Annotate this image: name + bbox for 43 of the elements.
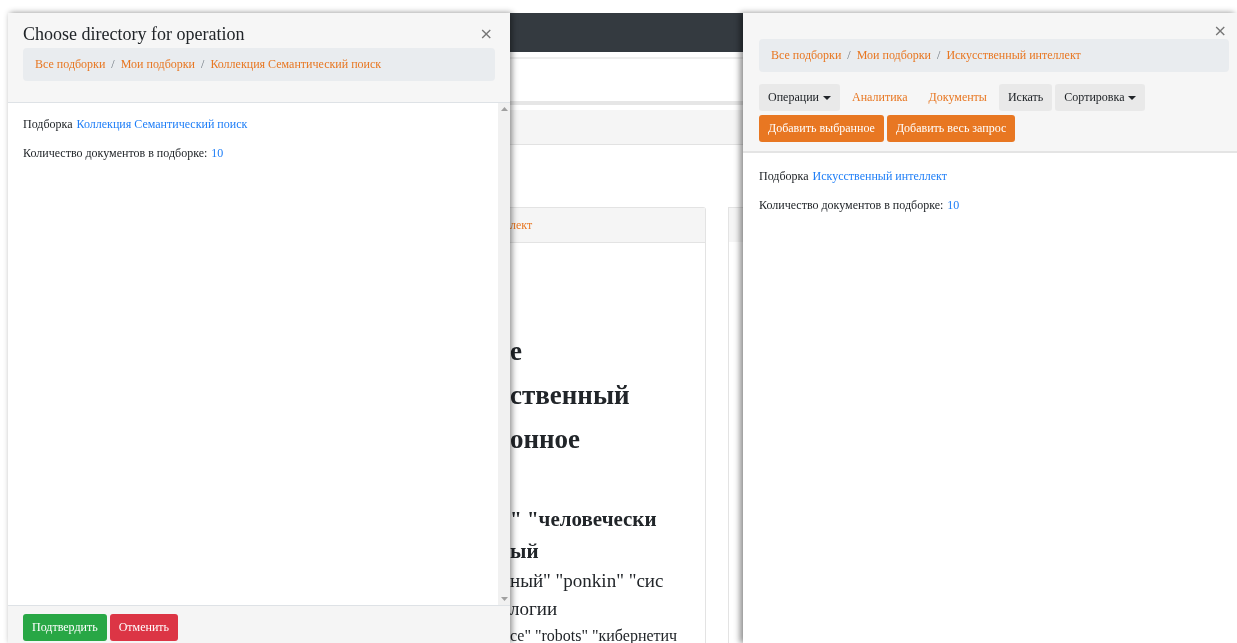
caret-icon[interactable] <box>823 95 831 100</box>
collection-label: Подборка <box>23 117 73 131</box>
document-count: 10 <box>211 146 224 160</box>
heading-text: е <box>510 335 522 368</box>
breadcrumb-link[interactable]: Мои подборки <box>856 48 932 63</box>
dropdown-button[interactable]: Сортировка <box>1055 84 1146 111</box>
close-button[interactable]: × <box>1211 23 1229 39</box>
document-count-label: Количество документов в подборке: <box>759 198 944 212</box>
heading-text: ый <box>510 538 539 565</box>
document-count: 10 <box>947 198 960 212</box>
scroll-up-icon[interactable] <box>500 107 508 111</box>
caret-icon[interactable] <box>1128 95 1137 100</box>
breadcrumb-separator: / <box>111 57 115 72</box>
collection-link[interactable]: Искусственный интеллект <box>812 169 947 183</box>
dropdown-button[interactable]: Операции <box>759 84 840 111</box>
add-button[interactable]: Добавить выбранное <box>759 115 884 142</box>
heading-text: ный" "ponkin" "сис <box>510 569 664 593</box>
breadcrumb-link[interactable]: Все подборки <box>771 48 842 63</box>
heading-text: " "человечески <box>510 506 657 533</box>
search-button[interactable]: Искать <box>998 84 1053 111</box>
heading-text: логии <box>510 597 558 621</box>
toolbar-link[interactable]: Аналитика <box>843 84 917 111</box>
dialog-title: Choose directory for operation <box>23 23 245 45</box>
cancel-button[interactable]: Отменить <box>109 614 179 641</box>
collection-label: Подборка <box>759 169 809 183</box>
breadcrumb-separator: / <box>937 48 941 63</box>
collection-link[interactable]: Коллекция Семантический поиск <box>76 117 248 131</box>
add-button[interactable]: Добавить весь запрос <box>886 115 1016 142</box>
document-count-label: Количество документов в подборке: <box>23 146 208 160</box>
breadcrumb-link[interactable]: Искусственный интеллект <box>946 48 1081 63</box>
breadcrumb-separator: / <box>847 48 851 63</box>
heading-text: онное <box>510 423 581 456</box>
heading-text: ственный <box>510 379 630 412</box>
toolbar-link[interactable]: Документы <box>919 84 996 111</box>
breadcrumb-link[interactable]: Все подборки <box>35 57 106 72</box>
card-title: лект <box>510 217 533 233</box>
close-button[interactable]: × <box>477 26 495 42</box>
breadcrumb-separator: / <box>201 57 205 72</box>
scrollbar[interactable] <box>498 103 510 605</box>
breadcrumb-link[interactable]: Мои подборки <box>120 57 196 72</box>
scroll-down-icon[interactable] <box>500 597 508 601</box>
confirm-button[interactable]: Подтвердить <box>23 614 107 641</box>
breadcrumb-link[interactable]: Коллекция Семантический поиск <box>210 57 382 72</box>
